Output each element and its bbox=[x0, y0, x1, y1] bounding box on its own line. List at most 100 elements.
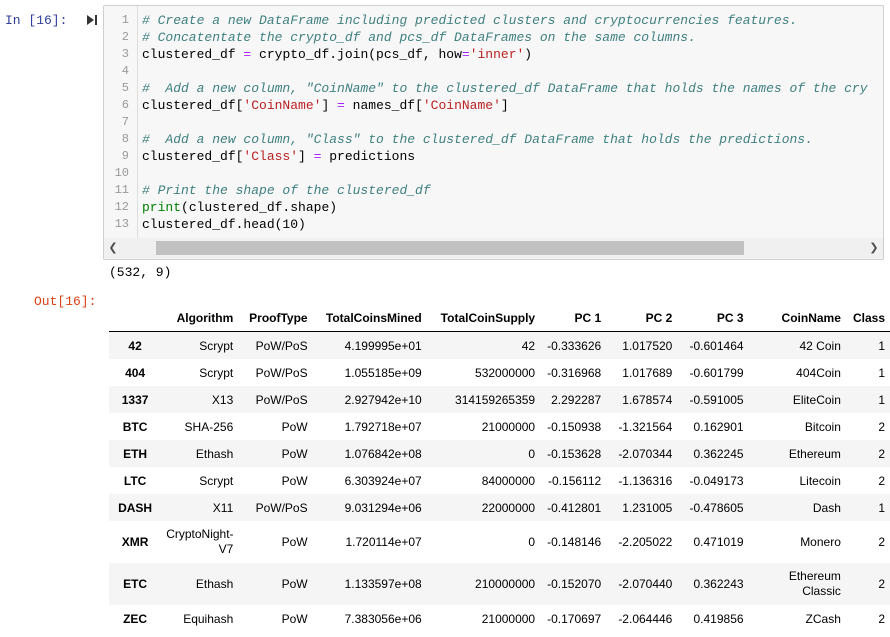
output-prompt: Out[16]: bbox=[34, 294, 97, 309]
line-number: 1 bbox=[121, 13, 129, 27]
table-cell: 9.031294e+06 bbox=[344, 500, 422, 515]
table-cell: 0.162901 bbox=[693, 419, 744, 434]
code-token: print bbox=[142, 200, 182, 215]
code-line[interactable]: # Concatentate the crypto_df and pcs_df … bbox=[142, 30, 696, 45]
table-cell: 2.927942e+10 bbox=[344, 392, 422, 407]
code-token: crypto_df.join(pcs_df, how bbox=[251, 47, 462, 62]
table-cell: Scrypt bbox=[199, 365, 234, 380]
table-cell: 4.199995e+01 bbox=[344, 338, 422, 353]
code-token: = bbox=[337, 98, 345, 113]
table-cell: -0.170697 bbox=[547, 611, 602, 626]
code-token: # Concatentate the crypto_df and pcs_df … bbox=[142, 30, 696, 45]
run-cell-icon[interactable] bbox=[86, 14, 98, 26]
code-token: # Add a new column, "CoinName" to the cl… bbox=[142, 81, 868, 96]
table-cell: 6.303924e+07 bbox=[344, 473, 422, 488]
table-cell: 0.419856 bbox=[693, 611, 744, 626]
table-cell: 1 bbox=[878, 365, 885, 380]
scroll-left-arrow-icon[interactable]: ❮ bbox=[106, 240, 120, 256]
line-number: 4 bbox=[121, 64, 129, 78]
line-number: 12 bbox=[114, 200, 129, 214]
code-token: # Create a new DataFrame including predi… bbox=[142, 13, 798, 28]
code-token: ] bbox=[321, 98, 338, 113]
column-header: Algorithm bbox=[161, 305, 239, 332]
table-cell: 1.017689 bbox=[622, 365, 673, 380]
table-cell: -2.070440 bbox=[618, 577, 673, 591]
code-line[interactable]: clustered_df = crypto_df.join(pcs_df, ho… bbox=[142, 47, 532, 62]
code-token: names_df[ bbox=[344, 98, 423, 113]
table-cell: -0.148146 bbox=[547, 535, 602, 549]
table-cell: 21000000 bbox=[481, 419, 536, 434]
row-index: BTC bbox=[122, 419, 148, 434]
code-token: 'Class' bbox=[243, 149, 299, 164]
table-cell: -0.153628 bbox=[547, 446, 602, 461]
table-cell: 2 bbox=[878, 577, 885, 591]
table-cell: -0.150938 bbox=[547, 419, 602, 434]
table-row: ETH Ethash PoW 1.076842e+08 0 -0.153628 -2.070… bbox=[109, 440, 890, 467]
table-cell: 1.231005 bbox=[622, 500, 673, 515]
table-row: ZEC Equihash PoW 7.383056e+06 21000000 -0.170… bbox=[109, 605, 890, 632]
line-number: 7 bbox=[121, 115, 129, 129]
line-number: 5 bbox=[121, 81, 129, 95]
column-header: TotalCoinSupply bbox=[426, 305, 541, 332]
table-cell: -0.591005 bbox=[689, 392, 744, 407]
code-token: = bbox=[461, 47, 470, 62]
code-line[interactable]: # Print the shape of the clustered_df bbox=[142, 183, 431, 198]
stdout-output: (532, 9) bbox=[109, 265, 172, 280]
code-token: 'inner' bbox=[469, 47, 525, 62]
table-cell: 532000000 bbox=[475, 365, 536, 380]
table-cell: Scrypt bbox=[199, 473, 234, 488]
code-line[interactable]: # Create a new DataFrame including predi… bbox=[142, 13, 797, 28]
table-cell: EliteCoin bbox=[792, 392, 841, 407]
table-cell: -0.156112 bbox=[548, 473, 602, 488]
table-cell: PoW/PoS bbox=[255, 365, 308, 380]
table-cell: 404Coin bbox=[796, 365, 841, 380]
table-cell: Dash bbox=[812, 500, 841, 515]
table-cell: Bitcoin bbox=[804, 419, 841, 434]
table-row: 42 Scrypt PoW/PoS 4.199995e+01 42 -0.333626 1.… bbox=[109, 331, 890, 359]
line-number: 10 bbox=[114, 166, 129, 180]
code-line[interactable]: clustered_df.head(10) bbox=[142, 217, 306, 232]
column-header: ProofType bbox=[238, 305, 313, 332]
table-cell: 1.055185e+09 bbox=[344, 365, 422, 380]
code-line[interactable]: clustered_df['CoinName'] = names_df['Coi… bbox=[142, 98, 509, 113]
table-cell: X13 bbox=[211, 392, 234, 407]
table-cell: Ethereum Classic bbox=[788, 569, 841, 598]
table-cell: PoW bbox=[281, 611, 308, 626]
code-line[interactable]: clustered_df['Class'] = predictions bbox=[142, 149, 415, 164]
code-token: (clustered_df.shape) bbox=[181, 200, 338, 215]
row-index: ETH bbox=[123, 446, 148, 461]
code-line[interactable]: # Add a new column, "CoinName" to the cl… bbox=[142, 81, 868, 96]
code-line[interactable]: print(clustered_df.shape) bbox=[142, 200, 337, 215]
code-token: clustered_df bbox=[142, 47, 244, 62]
table-cell: Litecoin bbox=[799, 473, 841, 488]
line-number: 6 bbox=[121, 98, 129, 112]
table-cell: Ethash bbox=[195, 577, 234, 591]
line-number-gutter: 1 2 3 4 5 6 7 8 9 10 11 12 13 bbox=[104, 6, 138, 243]
horizontal-scrollbar[interactable]: ❮ ❯ bbox=[104, 238, 883, 258]
code-token: 'CoinName' bbox=[422, 98, 501, 113]
scroll-right-arrow-icon[interactable]: ❯ bbox=[867, 240, 881, 256]
table-cell: PoW/PoS bbox=[255, 392, 308, 407]
code-token: ) bbox=[524, 47, 533, 62]
dataframe-table: Algorithm ProofType TotalCoinsMined TotalCo… bbox=[109, 305, 890, 632]
table-cell: 2.292287 bbox=[551, 392, 602, 407]
table-row: BTC SHA-256 PoW 1.792718e+07 21000000 -0.1509… bbox=[109, 413, 890, 440]
table-cell: Ethereum bbox=[788, 446, 841, 461]
table-cell: PoW bbox=[281, 446, 308, 461]
code-cell-editor[interactable]: 1 2 3 4 5 6 7 8 9 10 11 12 13 # Create a new DataFra… bbox=[103, 5, 884, 260]
table-cell: 0 bbox=[528, 535, 536, 549]
table-header-row: Algorithm ProofType TotalCoinsMined TotalCo… bbox=[109, 305, 890, 332]
table-cell: PoW bbox=[281, 535, 308, 549]
table-cell: 1 bbox=[878, 392, 885, 407]
row-index: 404 bbox=[125, 365, 146, 380]
table-cell: 84000000 bbox=[481, 473, 536, 488]
table-cell: -2.070344 bbox=[618, 446, 673, 461]
table-cell: 0.471019 bbox=[693, 535, 744, 549]
scrollbar-thumb[interactable] bbox=[156, 241, 744, 255]
table-cell: -0.316968 bbox=[547, 365, 602, 380]
code-line[interactable]: # Add a new column, "Class" to the clust… bbox=[142, 132, 813, 147]
table-cell: CryptoNight-V7 bbox=[166, 527, 234, 556]
column-header: TotalCoinsMined bbox=[312, 305, 427, 332]
line-number: 3 bbox=[121, 47, 129, 61]
table-cell: -0.412801 bbox=[547, 500, 602, 515]
